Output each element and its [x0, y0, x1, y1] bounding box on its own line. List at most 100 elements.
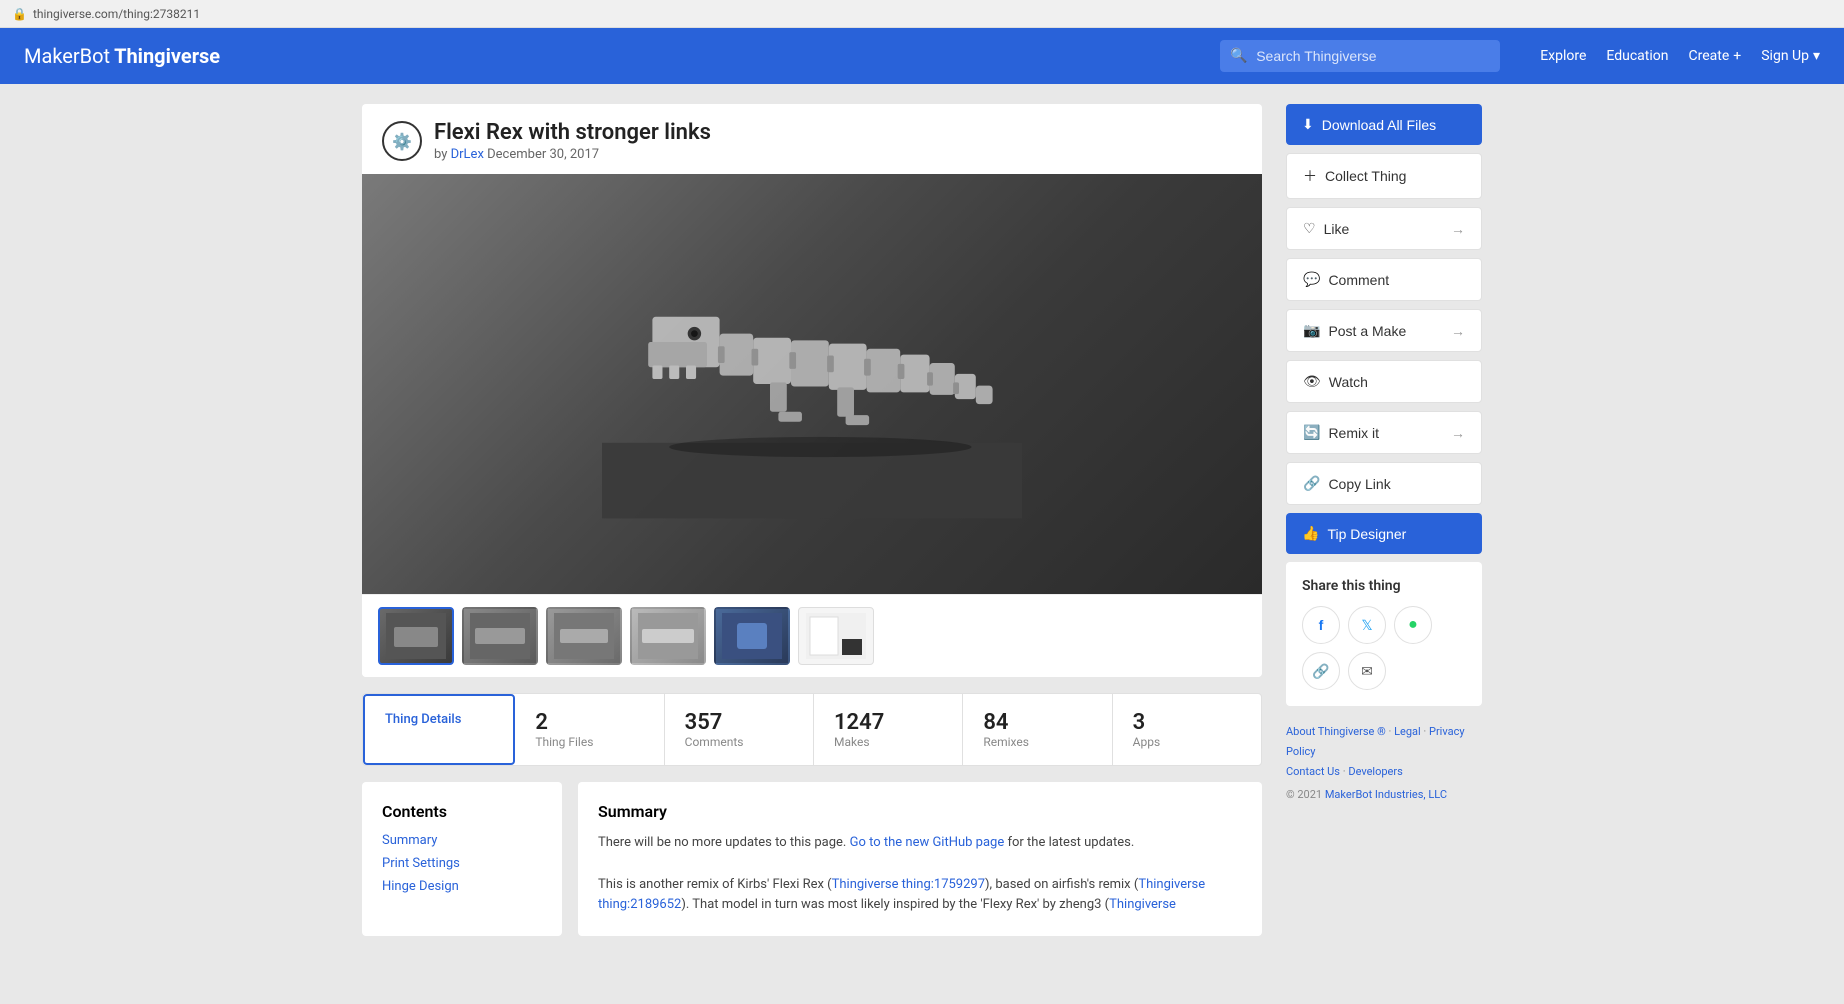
thumbnail-1[interactable] — [378, 607, 454, 665]
navbar: MakerBot Thingiverse 🔍 Explore Education… — [0, 28, 1844, 84]
share-title: Share this thing — [1302, 578, 1466, 594]
arrow-icon: → — [1451, 221, 1465, 237]
lock-icon: 🔒 — [12, 7, 27, 21]
camera-icon: 📷 — [1303, 322, 1320, 339]
facebook-icon: f — [1319, 617, 1324, 633]
post-make-button[interactable]: 📷 Post a Make → — [1286, 309, 1482, 352]
link-icon: 🔗 — [1303, 475, 1320, 492]
search-icon: 🔍 — [1230, 48, 1247, 64]
heart-icon: ♡ — [1303, 220, 1316, 237]
legal-link[interactable]: Legal — [1394, 725, 1421, 738]
summary-panel: Summary There will be no more updates to… — [578, 782, 1262, 936]
download-all-button[interactable]: ⬇ Download All Files — [1286, 104, 1482, 145]
tab-remixes-count: 84 — [983, 710, 1091, 735]
bottom-content: Contents Summary Print Settings Hinge De… — [362, 782, 1262, 936]
summary-body: This is another remix of Kirbs' Flexi Re… — [598, 875, 1242, 917]
tab-comments[interactable]: 357 Comments — [665, 694, 814, 765]
author-link[interactable]: DrLex — [451, 147, 484, 162]
email-icon: ✉ — [1361, 663, 1373, 680]
left-content: ⚙️ Flexi Rex with stronger links by DrLe… — [362, 104, 1262, 936]
comment-button[interactable]: 💬 Comment — [1286, 258, 1482, 301]
thing-meta: by DrLex December 30, 2017 — [434, 147, 711, 162]
stats-tabs: Thing Details 2 Thing Files 357 Comments… — [362, 693, 1262, 766]
footer-about: About Thingiverse ® · Legal · Privacy Po… — [1286, 722, 1482, 762]
share-facebook-button[interactable]: f — [1302, 606, 1340, 644]
whatsapp-icon: ● — [1408, 616, 1418, 634]
summary-notice: There will be no more updates to this pa… — [598, 833, 1242, 854]
share-link-icon: 🔗 — [1312, 663, 1329, 680]
thing-icon: ⚙️ — [382, 121, 422, 161]
page-content: ⚙️ Flexi Rex with stronger links by DrLe… — [342, 84, 1502, 956]
contact-link[interactable]: Contact Us — [1286, 765, 1340, 778]
dino-image — [602, 234, 1022, 534]
tab-apps-label: Apps — [1133, 735, 1241, 749]
watch-button[interactable]: 👁 Watch — [1286, 360, 1482, 403]
thing-info: Flexi Rex with stronger links by DrLex D… — [434, 120, 711, 162]
tab-thing-files[interactable]: 2 Thing Files — [515, 694, 664, 765]
thumbnails — [362, 594, 1262, 677]
plus-icon: ＋ — [1303, 166, 1317, 186]
about-link[interactable]: About Thingiverse ® — [1286, 725, 1386, 738]
thing-title: Flexi Rex with stronger links — [434, 120, 711, 145]
github-link[interactable]: Go to the new GitHub page — [850, 835, 1005, 850]
remix-button[interactable]: 🔄 Remix it → — [1286, 411, 1482, 454]
create-link[interactable]: Create + — [1689, 48, 1742, 64]
collect-thing-button[interactable]: ＋ Collect Thing — [1286, 153, 1482, 199]
thingiverse-link-1[interactable]: Thingiverse thing:1759297 — [832, 877, 985, 892]
thingiverse-link-3[interactable]: Thingiverse — [1109, 897, 1176, 912]
footer-contact: Contact Us · Developers — [1286, 762, 1482, 782]
arrow-icon-make: → — [1451, 323, 1465, 339]
right-sidebar: ⬇ Download All Files ＋ Collect Thing ♡ L… — [1286, 104, 1482, 936]
tab-comments-count: 357 — [685, 710, 793, 735]
contents-link-hinge-design[interactable]: Hinge Design — [382, 879, 542, 894]
download-icon: ⬇ — [1302, 116, 1314, 133]
education-link[interactable]: Education — [1606, 48, 1668, 64]
footer-links: About Thingiverse ® · Legal · Privacy Po… — [1286, 722, 1482, 805]
tab-thing-details-label: Thing Details — [385, 712, 493, 727]
explore-link[interactable]: Explore — [1540, 48, 1586, 64]
tab-comments-label: Comments — [685, 735, 793, 749]
eye-icon: 👁 — [1303, 373, 1321, 390]
arrow-icon-remix: → — [1451, 425, 1465, 441]
thumbnail-5[interactable] — [714, 607, 790, 665]
tab-makes[interactable]: 1247 Makes — [814, 694, 963, 765]
logo[interactable]: MakerBot Thingiverse — [24, 44, 220, 68]
tab-remixes[interactable]: 84 Remixes — [963, 694, 1112, 765]
like-button[interactable]: ♡ Like → — [1286, 207, 1482, 250]
remix-icon: 🔄 — [1303, 424, 1320, 441]
signup-link[interactable]: Sign Up ▾ — [1761, 48, 1820, 64]
share-link-button[interactable]: 🔗 — [1302, 652, 1340, 690]
share-whatsapp-button[interactable]: ● — [1394, 606, 1432, 644]
share-buttons: f 𝕏 ● 🔗 ✉ — [1302, 606, 1466, 690]
main-image-placeholder — [362, 174, 1262, 594]
contents-link-summary[interactable]: Summary — [382, 833, 542, 848]
tab-apps[interactable]: 3 Apps — [1113, 694, 1261, 765]
copy-link-button[interactable]: 🔗 Copy Link — [1286, 462, 1482, 505]
thing-header: ⚙️ Flexi Rex with stronger links by DrLe… — [362, 104, 1262, 174]
footer-copyright: © 2021 MakerBot Industries, LLC — [1286, 785, 1482, 805]
developers-link[interactable]: Developers — [1348, 765, 1402, 778]
share-email-button[interactable]: ✉ — [1348, 652, 1386, 690]
twitter-icon: 𝕏 — [1361, 617, 1372, 634]
thumbnail-2[interactable] — [462, 607, 538, 665]
search-input[interactable] — [1220, 40, 1500, 72]
share-twitter-button[interactable]: 𝕏 — [1348, 606, 1386, 644]
tip-designer-button[interactable]: 👍 Tip Designer — [1286, 513, 1482, 554]
summary-title: Summary — [598, 802, 1242, 821]
search-wrap: 🔍 — [1220, 40, 1500, 72]
chevron-down-icon: ▾ — [1813, 48, 1820, 64]
main-image — [362, 174, 1262, 594]
tip-icon: 👍 — [1302, 525, 1319, 542]
tab-thing-files-count: 2 — [535, 710, 643, 735]
nav-links: Explore Education Create + Sign Up ▾ — [1540, 48, 1820, 64]
tab-thing-files-label: Thing Files — [535, 735, 643, 749]
contents-link-print-settings[interactable]: Print Settings — [382, 856, 542, 871]
thumbnail-6[interactable] — [798, 607, 874, 665]
tab-makes-label: Makes — [834, 735, 942, 749]
thumbnail-4[interactable] — [630, 607, 706, 665]
logo-makerbot: MakerBot — [24, 44, 110, 68]
tab-thing-details[interactable]: Thing Details — [363, 694, 515, 765]
contents-links: Summary Print Settings Hinge Design — [382, 833, 542, 894]
makerbot-link[interactable]: MakerBot Industries, LLC — [1325, 788, 1447, 801]
thumbnail-3[interactable] — [546, 607, 622, 665]
